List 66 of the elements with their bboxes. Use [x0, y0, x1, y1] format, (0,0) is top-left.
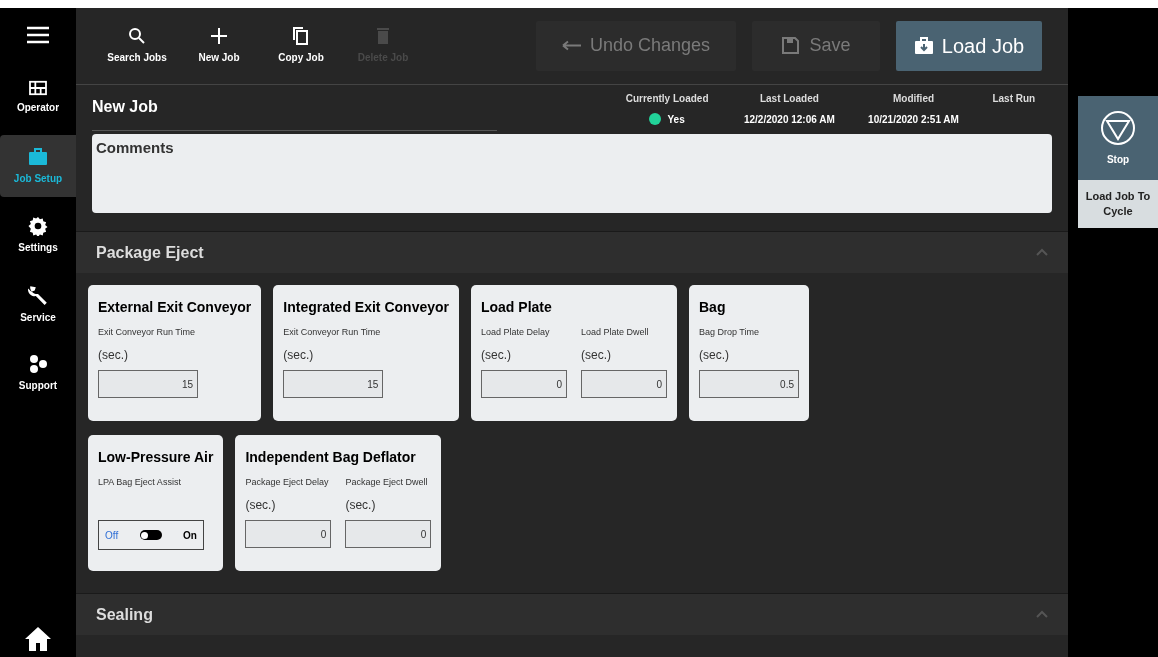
load-to-cycle-button[interactable]: Load Job To Cycle — [1078, 180, 1158, 228]
unit-label: (sec.) — [699, 347, 730, 364]
field-label: Bag Drop Time — [699, 326, 760, 339]
on-off-switch[interactable]: Off On — [98, 520, 204, 550]
unit-label: (sec.) — [283, 347, 315, 364]
number-field[interactable]: 0 — [581, 370, 667, 398]
section-title: Package Eject — [96, 242, 204, 263]
briefcase-icon — [913, 35, 934, 56]
unit-label: (sec.) — [245, 497, 277, 514]
field-label: Load Plate Dwell — [581, 326, 650, 339]
trash-icon — [374, 26, 392, 45]
wrench-icon — [27, 283, 49, 306]
card-title: Bag — [699, 298, 727, 317]
toolbar-button[interactable]: Search Jobs — [102, 26, 172, 65]
info-value: Yes — [667, 112, 685, 127]
home-icon[interactable] — [24, 625, 52, 653]
briefcase-icon — [28, 146, 48, 167]
card-title: Independent Bag Deflator — [245, 448, 417, 467]
number-field[interactable]: 15 — [283, 370, 384, 398]
card-title: External Exit Conveyor — [98, 298, 252, 317]
unit-label: (sec.) — [345, 497, 377, 514]
number-field[interactable]: 0 — [481, 370, 567, 398]
unit-label: (sec.) — [581, 347, 612, 364]
nav-item[interactable]: Support — [0, 342, 76, 404]
nav-item[interactable]: Operator — [0, 66, 76, 128]
info-label: Last Run — [992, 91, 1036, 106]
grid-icon — [29, 79, 47, 96]
section-title: Sealing — [96, 604, 153, 625]
info-label: Currently Loaded — [625, 91, 709, 106]
card-title: Integrated Exit Conveyor — [283, 298, 449, 317]
toolbar-button[interactable]: New Job — [184, 26, 254, 65]
nav-item[interactable]: Service — [0, 273, 76, 335]
job-title: New Job — [92, 97, 158, 115]
field-label: Package Eject Dwell — [345, 476, 429, 489]
field-label: Package Eject Delay — [245, 476, 330, 489]
nav-item[interactable]: Settings — [0, 204, 76, 266]
toolbar-action-button[interactable]: Load Job — [896, 20, 1042, 71]
toolbar-button[interactable]: Copy Job — [266, 26, 336, 65]
info-label: Last Loaded — [759, 91, 819, 106]
comments-field[interactable]: Comments — [92, 134, 1052, 213]
info-label: Modified — [892, 91, 935, 106]
plus-icon — [210, 26, 228, 45]
card-title: Low-Pressure Air — [98, 448, 214, 467]
floppy-icon — [781, 35, 802, 56]
number-field[interactable]: 0 — [245, 520, 332, 548]
unit-label: (sec.) — [98, 347, 129, 364]
search-icon — [128, 26, 146, 45]
number-field[interactable]: 15 — [98, 370, 198, 398]
dots-icon — [28, 353, 48, 374]
stop-button[interactable]: Stop — [1078, 96, 1158, 180]
number-field[interactable]: 0.5 — [699, 370, 799, 398]
info-value: 10/21/2020 2:51 AM — [868, 112, 959, 127]
menu-icon[interactable] — [27, 26, 49, 44]
undo-arrow-icon — [561, 40, 582, 52]
field-label: LPA Bag Eject Assist — [98, 476, 182, 489]
number-field[interactable]: 0 — [345, 520, 432, 548]
card-title: Load Plate — [481, 298, 553, 317]
gear-icon — [28, 215, 48, 236]
field-label: Load Plate Delay — [481, 326, 551, 339]
stop-icon — [1100, 109, 1136, 146]
nav-item[interactable]: Job Setup — [0, 135, 76, 197]
unit-label: (sec.) — [481, 347, 512, 364]
info-value: 12/2/2020 12:06 AM — [743, 112, 835, 127]
field-label: Exit Conveyor Run Time — [283, 326, 382, 339]
copy-icon — [292, 26, 310, 45]
field-label: Exit Conveyor Run Time — [98, 326, 197, 339]
